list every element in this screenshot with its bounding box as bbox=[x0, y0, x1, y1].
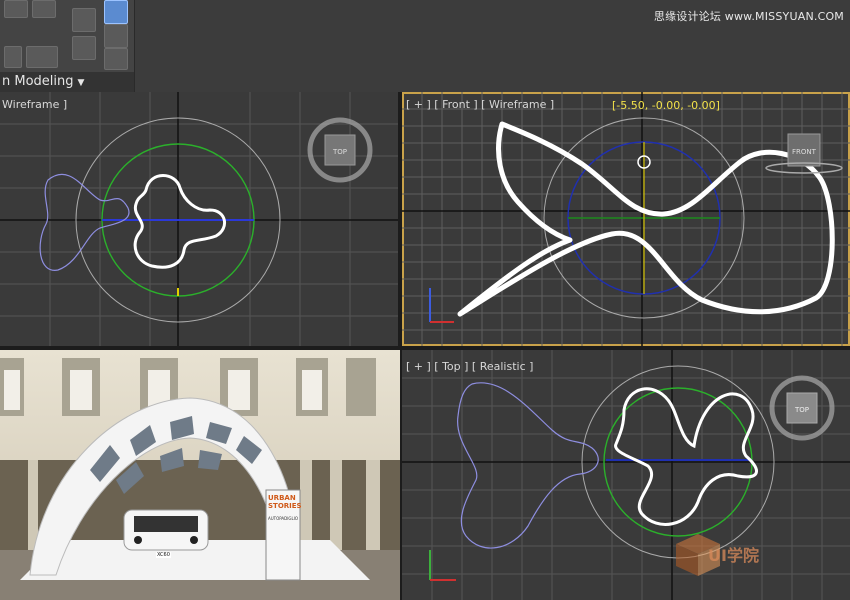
viewport-label[interactable]: Wireframe ] bbox=[2, 98, 67, 111]
modifier-icon[interactable] bbox=[72, 8, 96, 32]
triangle-down-icon[interactable]: ▼ bbox=[78, 78, 85, 88]
selected-tool-icon[interactable] bbox=[104, 0, 128, 24]
viewport-label[interactable]: [ + ] [ Front ] [ Wireframe ] bbox=[406, 98, 554, 111]
svg-text:TOP: TOP bbox=[794, 406, 809, 414]
viewcube-bottom-right[interactable]: TOP bbox=[769, 375, 835, 441]
axis-tripod-icon bbox=[429, 550, 456, 581]
ribbon-section-label[interactable]: n Modeling ▼ bbox=[0, 72, 134, 92]
align-tool-icon[interactable] bbox=[72, 36, 96, 60]
ribbon-panel: n Modeling ▼ bbox=[0, 0, 135, 92]
viewport-canvas: TOP bbox=[0, 92, 398, 346]
move-tool-icon[interactable] bbox=[104, 48, 128, 70]
viewport-top-left[interactable]: TOP Wireframe ] bbox=[0, 92, 398, 346]
viewport-label[interactable]: [ + ] [ Top ] [ Realistic ] bbox=[406, 360, 533, 373]
photo-canvas bbox=[0, 350, 400, 600]
sphere-tool-icon[interactable] bbox=[4, 46, 22, 68]
svg-text:TOP: TOP bbox=[332, 148, 347, 156]
transform-coordinate-readout: [-5.50, -0.00, -0.00] bbox=[612, 99, 720, 112]
logo-watermark-text: UI学院 bbox=[708, 546, 759, 565]
cube-tool-icon[interactable] bbox=[32, 0, 56, 18]
box-tool-icon[interactable] bbox=[4, 0, 28, 18]
viewcube-top-left[interactable]: TOP bbox=[307, 117, 373, 183]
reference-photo: URBAN STORIES AUTOPADIGLIONE XC60 bbox=[0, 350, 400, 600]
sign-body: AUTOPADIGLIONE bbox=[268, 516, 298, 521]
viewport-front[interactable]: FRONT [ + ] [ Front ] [ Wireframe ] [-5.… bbox=[402, 92, 850, 346]
sign-title: URBAN STORIES bbox=[268, 494, 302, 510]
site-watermark: 思缘设计论坛 www.MISSYUAN.COM bbox=[653, 10, 844, 23]
snap-tool-icon[interactable] bbox=[104, 24, 128, 48]
car-plate: XC60 bbox=[156, 552, 171, 558]
ribbon-toolbar: n Modeling ▼ 思缘设计论坛 www.MISSYUAN.COM bbox=[0, 0, 850, 92]
circle-tool-icon[interactable] bbox=[26, 46, 58, 68]
viewport-canvas: FRONT bbox=[402, 92, 850, 346]
svg-text:FRONT: FRONT bbox=[792, 148, 817, 156]
